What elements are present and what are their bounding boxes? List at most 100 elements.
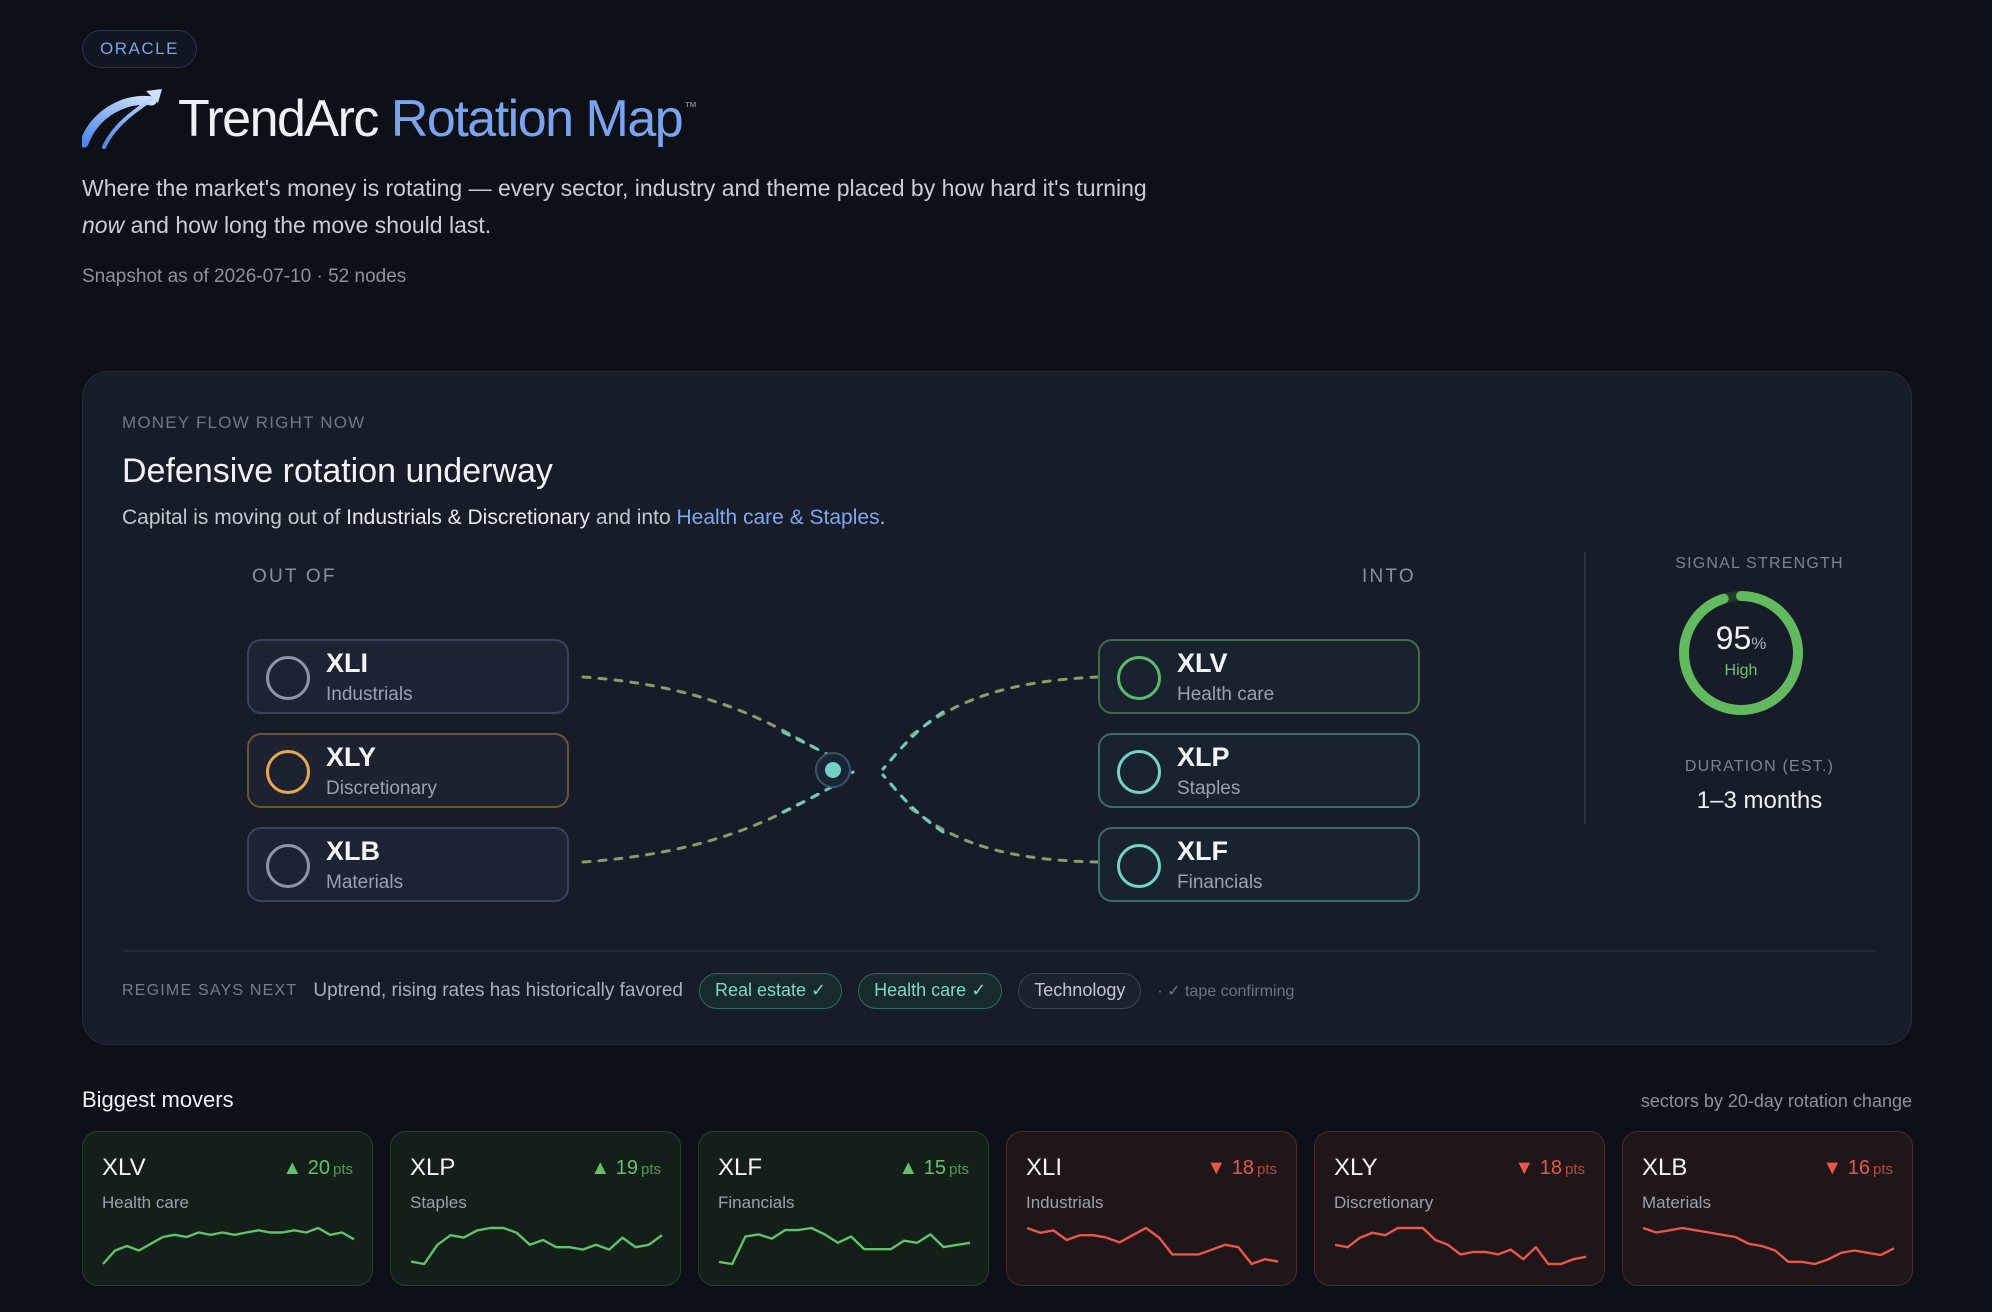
oracle-badge: ORACLE [82, 30, 197, 68]
out-node-xlb[interactable]: XLB Materials [247, 827, 569, 902]
in-node-xlf[interactable]: XLF Financials [1098, 827, 1420, 902]
regime-label: REGIME SAYS NEXT [122, 982, 298, 999]
title-accent: Rotation Map [390, 90, 684, 148]
signal-value: 95% [1676, 620, 1806, 657]
mover-card-xli[interactable]: XLI Industrials ▼ 18 pts [1006, 1131, 1297, 1286]
node-ticker: XLB [326, 836, 380, 866]
regime-text: Uptrend, rising rates has historically f… [313, 980, 683, 1001]
xlf-ring-icon [1117, 844, 1161, 888]
node-name: Health care [1177, 684, 1275, 705]
movers-note: sectors by 20-day rotation change [1640, 1091, 1912, 1111]
mover-card-xlf[interactable]: XLF Financials ▲ 15 pts [698, 1131, 989, 1286]
mover-sparkline [1026, 1226, 1279, 1266]
mover-change-unit: pts [1872, 1161, 1893, 1178]
page-title: TrendArc Rotation Map ™ [178, 89, 697, 149]
signal-unit: % [1751, 634, 1767, 653]
chip-health-care[interactable]: Health care ✓ [858, 973, 1003, 1009]
mover-ticker: XLF [718, 1154, 763, 1181]
signal-divider [1584, 552, 1586, 824]
mover-change: ▲ 15 pts [898, 1157, 969, 1180]
xlp-ring-icon [1117, 750, 1161, 794]
chip-real-estate[interactable]: Real estate ✓ [699, 973, 843, 1009]
sparkline-path [1642, 1226, 1895, 1266]
connector-xlv [907, 675, 1100, 739]
mover-card-xly[interactable]: XLY Discretionary ▼ 18 pts [1314, 1131, 1605, 1286]
mover-ticker: XLI [1026, 1154, 1063, 1181]
mover-name: Industrials [1026, 1193, 1104, 1212]
mover-card-xlb[interactable]: XLB Materials ▼ 16 pts [1622, 1131, 1913, 1286]
sparkline-path [718, 1226, 971, 1266]
mover-name: Discretionary [1334, 1193, 1434, 1212]
mover-change: ▲ 19 pts [590, 1157, 661, 1180]
connector-xlv-hub [881, 710, 945, 771]
xli-ring-icon [266, 656, 310, 700]
mover-change-value: ▼ 18 [1206, 1157, 1254, 1179]
xlv-ring-icon [1117, 656, 1161, 700]
snapshot-meta: Snapshot as of 2026-07-10 · 52 nodes [82, 266, 407, 287]
sparkline-path [1334, 1226, 1587, 1266]
connector-xli [581, 675, 825, 754]
signal-level: High [1724, 662, 1758, 679]
regime-note: · ✓ tape confirming [1157, 983, 1295, 1000]
regime-divider [122, 950, 1874, 952]
connector-xlf-hub [881, 773, 945, 834]
node-ticker: XLV [1177, 648, 1228, 678]
in-node-xlp[interactable]: XLP Staples [1098, 733, 1420, 808]
connector-xlf [907, 805, 1100, 864]
page-description: Where the market's money is rotating — e… [82, 170, 1182, 244]
mover-change-value: ▼ 18 [1514, 1157, 1562, 1179]
mover-ticker: XLB [1642, 1154, 1688, 1181]
mover-card-xlv[interactable]: XLV Health care ▲ 20 pts [82, 1131, 373, 1286]
mover-change-value: ▲ 15 [898, 1157, 946, 1179]
connector-xlb [581, 790, 825, 864]
mover-sparkline [1642, 1226, 1895, 1266]
mover-change-unit: pts [640, 1161, 661, 1178]
mover-change-value: ▲ 19 [590, 1157, 638, 1179]
title-main: TrendArc [178, 90, 379, 148]
mover-name: Financials [718, 1193, 795, 1212]
mover-change-unit: pts [948, 1161, 969, 1178]
node-ticker: XLF [1177, 836, 1228, 866]
mover-ticker: XLY [1334, 1154, 1378, 1181]
desc-part2: and how long the move should last. [130, 212, 492, 238]
chip-technology[interactable]: Technology [1018, 973, 1142, 1009]
sparkline-path [1026, 1226, 1279, 1266]
mover-change-unit: pts [332, 1161, 353, 1178]
trademark: ™ [684, 99, 698, 114]
mover-sparkline [1334, 1226, 1587, 1266]
node-name: Discretionary [326, 778, 437, 799]
mover-sparkline [718, 1226, 971, 1266]
mover-name: Materials [1642, 1193, 1711, 1212]
signal-strength-label: SIGNAL STRENGTH [1675, 555, 1844, 572]
node-name: Financials [1177, 872, 1263, 893]
mover-change: ▲ 20 pts [282, 1157, 353, 1180]
mover-card-xlp[interactable]: XLP Staples ▲ 19 pts [390, 1131, 681, 1286]
trendarc-logo-icon [82, 89, 162, 149]
mover-sparkline [410, 1226, 663, 1266]
out-node-xli[interactable]: XLI Industrials [247, 639, 569, 714]
mover-name: Health care [102, 1193, 189, 1212]
duration-label: DURATION (EST.) [1684, 758, 1835, 775]
mover-change-unit: pts [1564, 1161, 1585, 1178]
mover-name: Staples [410, 1193, 467, 1212]
desc-part1: Where the market's money is rotating — e… [82, 175, 1147, 201]
duration-value: 1–3 months [1696, 787, 1823, 814]
mover-change-value: ▲ 20 [282, 1157, 330, 1179]
mover-change: ▼ 18 pts [1206, 1157, 1277, 1180]
mover-change: ▼ 16 pts [1822, 1157, 1893, 1180]
sparkline-path [410, 1226, 663, 1266]
flow-hub [825, 762, 841, 778]
node-ticker: XLY [326, 742, 377, 772]
sparkline-path [102, 1226, 355, 1265]
desc-emphasis: now [82, 212, 125, 238]
mover-ticker: XLP [410, 1154, 456, 1181]
in-node-xlv[interactable]: XLV Health care [1098, 639, 1420, 714]
out-node-xly[interactable]: XLY Discretionary [247, 733, 569, 808]
node-ticker: XLI [326, 648, 369, 678]
mover-change-unit: pts [1256, 1161, 1277, 1178]
xly-ring-icon [266, 750, 310, 794]
signal-number: 95 [1715, 620, 1752, 656]
title-row: TrendArc Rotation Map ™ [82, 84, 697, 154]
regime-row: REGIME SAYS NEXT Uptrend, rising rates h… [122, 972, 1294, 1010]
xlb-ring-icon [266, 844, 310, 888]
